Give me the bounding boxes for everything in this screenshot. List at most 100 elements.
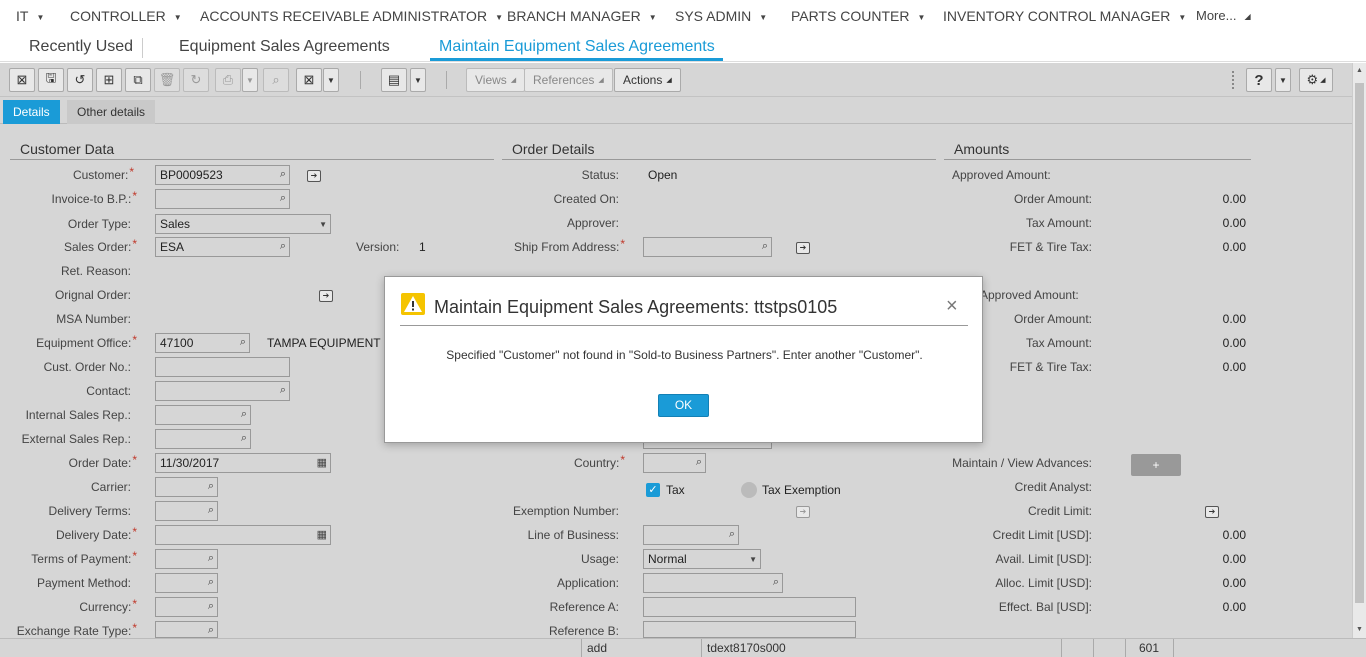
menu-parts-counter[interactable]: PARTS COUNTER ▼	[791, 8, 925, 24]
close-icon[interactable]: ×	[946, 295, 958, 318]
reference-b-field[interactable]	[643, 621, 856, 638]
external-sales-rep-field[interactable]: ⌕	[155, 429, 251, 449]
exemption-zoom-button[interactable]: ➔	[796, 506, 810, 518]
menu-inventory-control[interactable]: INVENTORY CONTROL MANAGER ▼	[943, 8, 1186, 24]
tab-recently-used[interactable]: Recently Used	[29, 38, 133, 56]
exchange-rate-type-label: Exchange Rate Type:*	[16, 621, 137, 638]
country-field[interactable]: ⌕	[643, 453, 706, 473]
order-date-field[interactable]: 11/30/2017 ▦	[155, 453, 331, 473]
save-button[interactable]: 🖫	[38, 68, 64, 92]
ok-button[interactable]: OK	[658, 394, 709, 417]
actions-menu[interactable]: Actions ◢	[614, 68, 681, 92]
equipment-office-field[interactable]: 47100 ⌕	[155, 333, 250, 353]
menu-more[interactable]: More... ◢	[1196, 8, 1251, 23]
dialog-title: Maintain Equipment Sales Agreements: tts…	[434, 297, 838, 317]
invoice-to-field[interactable]: ⌕	[155, 189, 290, 209]
menu-ar-admin[interactable]: ACCOUNTS RECEIVABLE ADMINISTRATOR ▼	[200, 8, 503, 24]
delivery-date-field[interactable]: ▦	[155, 525, 331, 545]
undo-button[interactable]: ↺	[67, 68, 93, 92]
tab-equipment-sales-agreements[interactable]: Equipment Sales Agreements	[179, 38, 390, 56]
lookup-icon[interactable]: ⌕	[208, 504, 214, 517]
ship-from-address-field[interactable]: ⌕	[643, 237, 772, 257]
tab-maintain-equipment-sales-agreements[interactable]: Maintain Equipment Sales Agreements	[439, 38, 715, 56]
exchange-rate-type-field[interactable]: ⌕	[155, 621, 218, 638]
settings-button[interactable]: ⚙ ◢	[1299, 68, 1333, 92]
credit-limit-zoom-button[interactable]: ➔	[1205, 506, 1219, 518]
references-menu[interactable]: References ◢	[524, 68, 613, 92]
export-dropdown[interactable]: ▼	[323, 68, 339, 92]
usage-select[interactable]: Normal ▼	[643, 549, 761, 569]
carrier-field[interactable]: ⌕	[155, 477, 218, 497]
lookup-icon[interactable]: ⌕	[696, 456, 702, 469]
currency-field[interactable]: ⌕	[155, 597, 218, 617]
tab-other-details[interactable]: Other details	[67, 100, 156, 124]
lookup-icon[interactable]: ⌕	[208, 576, 214, 589]
lookup-icon[interactable]: ⌕	[241, 408, 247, 421]
menu-sys-admin[interactable]: SYS ADMIN ▼	[675, 8, 767, 24]
lookup-icon[interactable]: ⌕	[240, 336, 246, 349]
orignal-order-zoom-button[interactable]: ➔	[319, 290, 333, 302]
application-field[interactable]: ⌕	[643, 573, 783, 593]
lookup-icon[interactable]: ⌕	[280, 192, 286, 205]
delete-button[interactable]: 🗑	[154, 68, 180, 92]
scroll-up-icon[interactable]: ▲	[1356, 67, 1363, 74]
calendar-button[interactable]: ▤	[381, 68, 407, 92]
line-of-business-field[interactable]: ⌕	[643, 525, 739, 545]
lookup-icon[interactable]: ⌕	[208, 600, 214, 613]
scrollbar-thumb[interactable]	[1355, 83, 1364, 603]
refresh-button[interactable]: ↻	[183, 68, 209, 92]
internal-sales-rep-field[interactable]: ⌕	[155, 405, 251, 425]
tax-checkbox[interactable]: ✓	[646, 483, 660, 497]
avail-limit-label: Avail. Limit [USD]:	[995, 552, 1092, 566]
lookup-icon[interactable]: ⌕	[208, 480, 214, 493]
lookup-icon[interactable]: ⌕	[773, 576, 779, 589]
find-button[interactable]: ⌕	[263, 68, 289, 92]
menu-it[interactable]: IT ▼	[16, 8, 44, 24]
print-dropdown[interactable]: ▼	[242, 68, 258, 92]
alloc-limit-value: 0.00	[1222, 576, 1246, 590]
delivery-terms-field[interactable]: ⌕	[155, 501, 218, 521]
new-button[interactable]: ⊞	[96, 68, 122, 92]
add-advance-button[interactable]: +	[1131, 454, 1181, 476]
customer-zoom-button[interactable]: ➔	[307, 170, 321, 182]
credit-limit-usd-label: Credit Limit [USD]:	[992, 528, 1092, 542]
tax-amount-2-value: 0.00	[1222, 336, 1246, 350]
cust-order-no-field[interactable]	[155, 357, 290, 377]
contact-field[interactable]: ⌕	[155, 381, 290, 401]
sales-order-field[interactable]: ESA ⌕	[155, 237, 290, 257]
tab-details[interactable]: Details	[3, 100, 60, 124]
vertical-scrollbar[interactable]: ▲ ▼	[1352, 63, 1366, 638]
lookup-icon[interactable]: ⌕	[241, 432, 247, 445]
payment-method-field[interactable]: ⌕	[155, 573, 218, 593]
terms-of-payment-field[interactable]: ⌕	[155, 549, 218, 569]
toolbar-grip	[1232, 71, 1234, 89]
lookup-icon[interactable]: ⌕	[280, 168, 286, 181]
lookup-icon[interactable]: ⌕	[762, 240, 768, 253]
calendar-dropdown[interactable]: ▼	[410, 68, 426, 92]
warning-icon	[401, 293, 425, 315]
reference-a-field[interactable]	[643, 597, 856, 617]
lookup-icon[interactable]: ⌕	[208, 552, 214, 565]
lookup-icon[interactable]: ⌕	[280, 384, 286, 397]
order-type-select[interactable]: Sales ▼	[155, 214, 331, 234]
lookup-icon[interactable]: ⌕	[280, 240, 286, 253]
tax-exemption-radio[interactable]	[741, 482, 757, 498]
lookup-icon[interactable]: ⌕	[729, 528, 735, 541]
ship-from-zoom-button[interactable]: ➔	[796, 242, 810, 254]
help-dropdown[interactable]: ▼	[1275, 68, 1291, 92]
calendar-icon[interactable]: ▦	[317, 528, 327, 541]
views-menu[interactable]: Views ◢	[466, 68, 526, 92]
export-button[interactable]: ⊠	[296, 68, 322, 92]
copy-button[interactable]: ⧉	[125, 68, 151, 92]
lookup-icon[interactable]: ⌕	[208, 624, 214, 637]
help-button[interactable]: ?	[1246, 68, 1272, 92]
save-and-close-button[interactable]: ⊠	[9, 68, 35, 92]
scroll-down-icon[interactable]: ▼	[1356, 626, 1363, 633]
calendar-icon[interactable]: ▦	[317, 456, 327, 469]
print-button[interactable]: ⎙	[215, 68, 241, 92]
menu-branch-manager[interactable]: BRANCH MANAGER ▼	[507, 8, 657, 24]
active-tab-underline	[430, 58, 723, 61]
customer-field[interactable]: BP0009523 ⌕	[155, 165, 290, 185]
menu-controller[interactable]: CONTROLLER ▼	[70, 8, 182, 24]
chevron-up-icon: ◢	[1244, 12, 1251, 22]
